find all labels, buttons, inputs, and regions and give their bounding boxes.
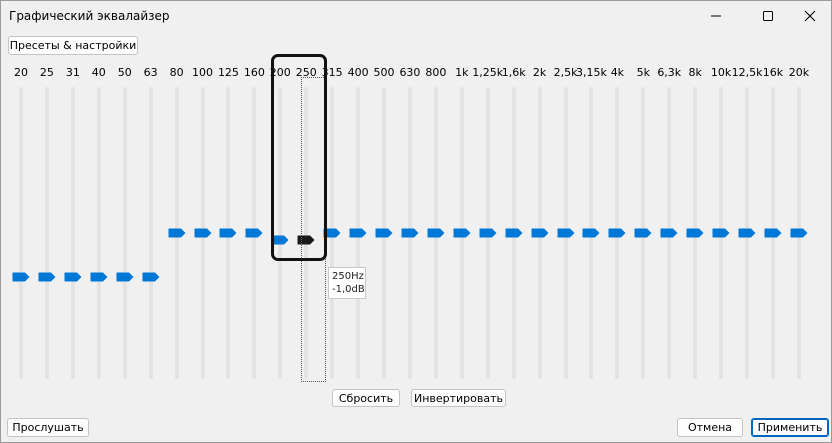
band-slider-thumb[interactable] [686,228,704,238]
apply-button[interactable]: Применить [751,418,829,437]
band-slider-track[interactable] [148,87,153,379]
maximize-icon [763,11,773,21]
equalizer-window: Графический эквалайзер Пресеты & настрой… [0,0,832,443]
band-slider-thumb[interactable] [168,228,186,238]
tooltip-gain: -1,0dB [332,284,365,295]
minimize-icon [711,15,721,17]
band-slider-thumb[interactable] [453,228,471,238]
band-slider-thumb[interactable] [375,228,393,238]
band-slider-track[interactable] [122,87,127,379]
tooltip-frequency: 250Hz [332,271,364,282]
band-slider-thumb[interactable] [634,228,652,238]
close-icon [804,10,816,22]
band-slider-thumb[interactable] [738,228,756,238]
band-slider-thumb[interactable] [64,272,82,282]
band-slider-thumb[interactable] [505,228,523,238]
reset-button[interactable]: Сбросить [332,389,400,407]
band-slider-thumb[interactable] [245,228,263,238]
band-slider-thumb[interactable] [427,228,445,238]
minimize-button[interactable] [693,1,739,31]
band-label: 20k [788,66,810,79]
band-slider-thumb[interactable] [401,228,419,238]
band-slider-thumb[interactable] [764,228,782,238]
band-slider-thumb[interactable] [349,228,367,238]
band-slider-thumb[interactable] [479,228,497,238]
invert-button[interactable]: Инвертировать [411,389,506,407]
band-slider-thumb[interactable] [608,228,626,238]
band-slider-track[interactable] [70,87,75,379]
band-slider-track[interactable] [44,87,49,379]
maximize-button[interactable] [745,1,791,31]
presets-settings-button[interactable]: Пресеты & настройки [8,36,138,55]
close-button[interactable] [787,1,832,31]
band-slider-thumb[interactable] [116,272,134,282]
band-slider-thumb[interactable] [38,272,56,282]
band-slider-thumb[interactable] [12,272,30,282]
cancel-button[interactable]: Отмена [677,418,743,437]
band-slider-track[interactable] [19,87,23,379]
band-slider-thumb[interactable] [660,228,678,238]
band-slider-thumb[interactable] [531,228,549,238]
highlight-frame [271,54,327,261]
band-slider-thumb[interactable] [142,272,160,282]
band-slider-thumb[interactable] [712,228,730,238]
band-slider-thumb[interactable] [582,228,600,238]
title-bar[interactable]: Графический эквалайзер [1,1,831,31]
band-tooltip: 250Hz -1,0dB [328,267,366,299]
band-slider-thumb[interactable] [90,272,108,282]
band-slider-thumb[interactable] [194,228,212,238]
band-slider-thumb[interactable] [557,228,575,238]
band-slider-thumb[interactable] [219,228,237,238]
band-slider-track[interactable] [96,87,101,379]
band-slider-thumb[interactable] [790,228,808,238]
listen-button[interactable]: Прослушать [7,418,89,437]
window-title: Графический эквалайзер [9,9,170,23]
